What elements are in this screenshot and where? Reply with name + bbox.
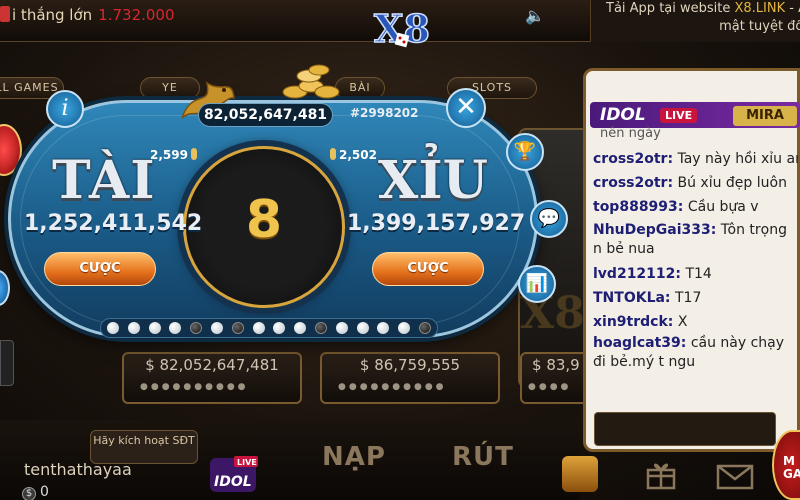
- history-dot: [127, 322, 140, 334]
- card-dots: ●●●●: [528, 382, 572, 392]
- session-id: #2998202: [350, 106, 419, 120]
- xiu-title: XỈU: [378, 150, 489, 211]
- svg-text:IDOL: IDOL: [214, 474, 252, 490]
- trophy-button[interactable]: 🏆: [506, 133, 544, 171]
- card-value: $ 82,052,647,481: [145, 356, 279, 374]
- history-dot: [315, 322, 327, 334]
- game-card-left[interactable]: [0, 340, 14, 386]
- chat-message: cross2otr: Tay này hồi xỉu an: [593, 151, 798, 167]
- history-dot: [356, 322, 369, 334]
- history-dot: [211, 322, 223, 334]
- card-value: $ 86,759,555: [359, 356, 461, 374]
- chat-message: xin9trdck: X: [593, 314, 688, 330]
- gift-icon[interactable]: [645, 458, 677, 490]
- speaker-icon[interactable]: 🔈: [525, 6, 545, 25]
- history-dot: [419, 322, 431, 334]
- announcement-icon: [0, 6, 10, 22]
- ticker-prefix: i thắng lớn: [12, 6, 93, 24]
- host-name[interactable]: MIRA: [733, 106, 797, 126]
- chat-message: cross2otr: Bú xỉu đẹp luôn: [593, 175, 787, 191]
- coin-icon: $: [22, 487, 36, 500]
- chat-message: hoaglcat39: cầu này chạy đi bẻ.mý t ngu: [593, 335, 785, 370]
- ticker-amount: 1.732.000: [98, 6, 175, 24]
- notice-pre: Tải App tại website: [606, 1, 735, 16]
- bet-tai-button[interactable]: CƯỢC: [44, 252, 156, 286]
- history-dot: [398, 322, 411, 334]
- xiu-player-count: 2,502: [339, 148, 377, 162]
- idol-live-icon[interactable]: IDOL LIVE: [206, 452, 262, 496]
- chat-message: top888993: Cầu bựa v: [593, 199, 759, 215]
- history-dot: [335, 322, 348, 334]
- history-dot: [273, 322, 286, 334]
- tai-players: 2,599: [150, 148, 197, 162]
- notice-post: - A: [789, 1, 800, 16]
- notice-link[interactable]: X8.LINK: [735, 1, 786, 16]
- history-dot: [148, 322, 161, 334]
- card-dots: ●●●●●●●●●●: [140, 382, 249, 392]
- person-icon: [330, 148, 336, 160]
- svg-text:LIVE: LIVE: [237, 458, 257, 467]
- info-button[interactable]: i: [46, 90, 84, 128]
- chat-message: NhuDepGai333: Tôn trọng n bẻ nua: [593, 222, 787, 257]
- xiu-players: 2,502: [330, 148, 377, 162]
- x8-logo: X8: [373, 5, 430, 52]
- history-dot: [107, 322, 119, 334]
- gold-coins-icon: [282, 64, 340, 99]
- bet-xiu-button[interactable]: CƯỢC: [372, 252, 484, 286]
- username: tenthathayaa: [24, 460, 132, 479]
- notice-text: Tải App tại website X8.LINK - A mật tuyệ…: [597, 0, 800, 36]
- game-card[interactable]: $ 83,9 ●●●●: [520, 352, 590, 404]
- chat-messages: cross2otr: Tay này hồi xỉu an cross2otr:…: [593, 147, 798, 375]
- card-dots: ●●●●●●●●●●: [338, 382, 447, 392]
- jackpot-value: 82,052,647,481: [198, 103, 333, 127]
- game-card[interactable]: $ 86,759,555 ●●●●●●●●●●: [320, 352, 500, 404]
- history-dot: [169, 322, 182, 334]
- close-button[interactable]: ✕: [446, 88, 486, 128]
- history-dot: [190, 322, 203, 334]
- pinned-message: nên ngày: [600, 126, 661, 141]
- history-dot: [377, 322, 390, 334]
- notice-line2: mật tuyệt đối: [719, 19, 800, 34]
- bonus-text: M GA: [783, 454, 800, 481]
- history-dot: [294, 322, 307, 334]
- game-card[interactable]: $ 82,052,647,481 ●●●●●●●●●●: [122, 352, 302, 404]
- chat-toggle-button[interactable]: 💬: [530, 200, 568, 238]
- winner-ticker: i thắng lớn 1.732.000: [12, 6, 175, 24]
- withdraw-button[interactable]: RÚT: [452, 442, 514, 472]
- tai-pool: 1,252,411,542: [24, 211, 203, 236]
- tai-title: TÀI: [52, 150, 156, 211]
- chat-channel: IDOL: [600, 105, 646, 125]
- balance: $0: [22, 484, 49, 500]
- chat-message: TNTOKLa: T17: [593, 290, 702, 306]
- activate-phone-button[interactable]: Hãy kích hoạt SĐT: [90, 430, 198, 464]
- card-value: $ 83,9: [532, 356, 580, 374]
- live-badge: LIVE: [660, 108, 698, 123]
- deposit-button[interactable]: NẠP: [322, 442, 386, 472]
- chat-input[interactable]: [594, 412, 776, 446]
- slot-777-icon[interactable]: [562, 456, 598, 492]
- balance-value: 0: [40, 484, 49, 500]
- countdown-timer: 8: [245, 190, 283, 250]
- history-dot: [231, 322, 244, 334]
- xiu-pool: 1,399,157,927: [347, 211, 526, 236]
- result-history: [100, 318, 438, 338]
- history-dot: [252, 322, 265, 334]
- mail-icon[interactable]: [716, 462, 754, 490]
- chat-message: lvd212112: T14: [593, 266, 712, 282]
- person-icon: [190, 148, 197, 160]
- stats-button[interactable]: 📊: [518, 265, 556, 303]
